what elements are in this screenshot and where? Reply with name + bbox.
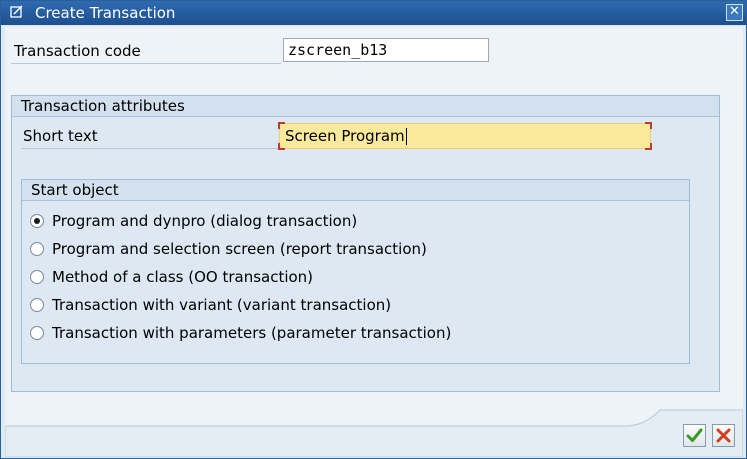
create-transaction-dialog: Create Transaction ✕ Transaction code zs… <box>0 0 747 459</box>
radio-label: Method of a class (OO transaction) <box>52 268 314 286</box>
confirm-button[interactable] <box>683 424 706 447</box>
focus-corner <box>278 122 285 129</box>
radio-button[interactable] <box>30 298 44 312</box>
short-text-value: Screen Program <box>285 127 405 145</box>
transaction-code-underline <box>11 63 281 64</box>
create-transaction-icon <box>10 5 23 18</box>
transaction-code-label: Transaction code <box>14 42 141 60</box>
radio-label: Transaction with variant (variant transa… <box>52 296 392 314</box>
text-cursor <box>405 128 407 145</box>
checkmark-icon <box>686 428 703 442</box>
focus-corner <box>645 122 652 129</box>
dialog-title: Create Transaction <box>35 4 176 22</box>
transaction-attributes-title: Transaction attributes <box>21 97 185 115</box>
short-text-label: Short text <box>23 127 98 145</box>
start-object-title: Start object <box>31 181 119 199</box>
focus-corner <box>645 143 652 150</box>
radio-label: Program and dynpro (dialog transaction) <box>52 212 358 230</box>
close-icon: ✕ <box>729 4 740 19</box>
start-object-group: Start object Program and dynpro (dialog … <box>21 179 690 364</box>
short-text-input[interactable]: Screen Program <box>278 122 652 150</box>
dialog-titlebar[interactable]: Create Transaction ✕ <box>1 1 746 25</box>
radio-button[interactable] <box>30 270 44 284</box>
radio-button[interactable] <box>30 214 44 228</box>
cancel-x-icon <box>716 428 731 443</box>
close-button[interactable]: ✕ <box>726 4 743 21</box>
focus-corner <box>278 143 285 150</box>
radio-button[interactable] <box>30 242 44 256</box>
footer-band <box>5 409 743 457</box>
radio-label: Program and selection screen (report tra… <box>52 240 427 258</box>
radio-button[interactable] <box>30 326 44 340</box>
radio-label: Transaction with parameters (parameter t… <box>52 324 452 342</box>
start-object-header: Start object <box>22 180 689 201</box>
dialog-content: Transaction code zscreen_b13 Transaction… <box>5 27 743 457</box>
cancel-button[interactable] <box>712 424 735 447</box>
short-text-underline <box>21 148 279 149</box>
transaction-code-input[interactable]: zscreen_b13 <box>283 38 489 62</box>
transaction-attributes-header: Transaction attributes <box>12 96 719 117</box>
